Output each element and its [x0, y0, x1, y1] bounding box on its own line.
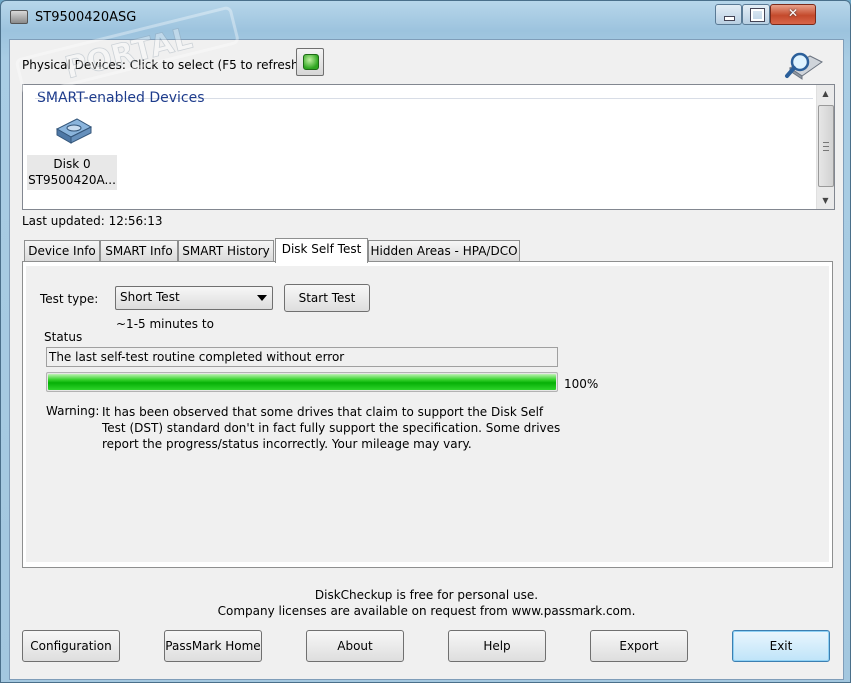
disk-app-icon [10, 10, 28, 24]
warning-label: Warning: [46, 404, 100, 418]
dropdown-arrow-icon [257, 295, 267, 301]
scroll-thumb[interactable] [818, 105, 834, 187]
magnifier-icon[interactable] [784, 48, 824, 82]
tab-smart-info[interactable]: SMART Info [100, 240, 178, 261]
window-title: ST9500420ASG [35, 10, 137, 25]
test-duration-text: ~1-5 minutes to [116, 317, 214, 331]
device-list-panel: SMART-enabled Devices Disk 0 ST9500420A.… [22, 84, 835, 210]
progress-fill [48, 374, 556, 390]
refresh-devices-button[interactable] [296, 48, 324, 76]
tab-device-info[interactable]: Device Info [24, 240, 100, 261]
maximize-button[interactable] [742, 4, 770, 25]
grip-icon [823, 142, 829, 151]
license-note: DiskCheckup is free for personal use. [314, 588, 539, 602]
app-window: ST9500420ASG ✕ Physical Devices: Click t… [0, 0, 851, 683]
minimize-button[interactable] [715, 4, 742, 25]
exit-button[interactable]: Exit [732, 630, 830, 662]
test-type-select[interactable]: Short Test [115, 286, 273, 310]
title-bar[interactable]: ST9500420ASG ✕ [1, 1, 850, 33]
device-model: ST9500420A... [28, 173, 116, 187]
test-progress-bar [46, 372, 558, 392]
self-test-content: Test type: Short Test Start Test ~1-5 mi… [26, 266, 829, 562]
hard-disk-icon [55, 118, 93, 144]
close-button[interactable]: ✕ [770, 4, 816, 25]
test-type-value: Short Test [120, 290, 180, 304]
configuration-button[interactable]: Configuration [22, 630, 120, 662]
passmark-home-button[interactable]: PassMark Home [164, 630, 262, 662]
minimize-icon [724, 16, 735, 21]
maximize-icon [750, 8, 765, 22]
client-area: Physical Devices: Click to select (F5 to… [9, 39, 844, 680]
start-test-button[interactable]: Start Test [284, 284, 370, 312]
device-list-scrollbar[interactable]: ▲ ▼ [816, 85, 834, 209]
close-icon: ✕ [787, 6, 799, 20]
tab-hidden-areas[interactable]: Hidden Areas - HPA/DCO [368, 240, 520, 261]
tab-smart-history[interactable]: SMART History [178, 240, 274, 261]
scroll-down-icon[interactable]: ▼ [817, 192, 834, 209]
export-button[interactable]: Export [590, 630, 688, 662]
self-test-panel: Test type: Short Test Start Test ~1-5 mi… [22, 261, 833, 568]
scroll-up-icon[interactable]: ▲ [817, 85, 834, 102]
smart-devices-header: SMART-enabled Devices [37, 90, 205, 106]
physical-devices-label: Physical Devices: Click to select (F5 to… [22, 58, 304, 72]
status-label: Status [44, 330, 83, 344]
about-button[interactable]: About [306, 630, 404, 662]
device-caption: Disk 0 ST9500420A... [27, 155, 117, 190]
help-button[interactable]: Help [448, 630, 546, 662]
progress-percent: 100% [564, 377, 599, 391]
tab-disk-self-test[interactable]: Disk Self Test [275, 238, 368, 263]
company-license-note: Company licenses are available on reques… [217, 604, 636, 618]
last-updated-text: Last updated: 12:56:13 [22, 214, 163, 228]
refresh-icon [303, 54, 319, 70]
warning-text: It has been observed that some drives th… [102, 405, 561, 451]
test-type-label: Test type: [40, 292, 99, 306]
status-text: The last self-test routine completed wit… [46, 347, 558, 367]
device-name: Disk 0 [53, 157, 91, 171]
